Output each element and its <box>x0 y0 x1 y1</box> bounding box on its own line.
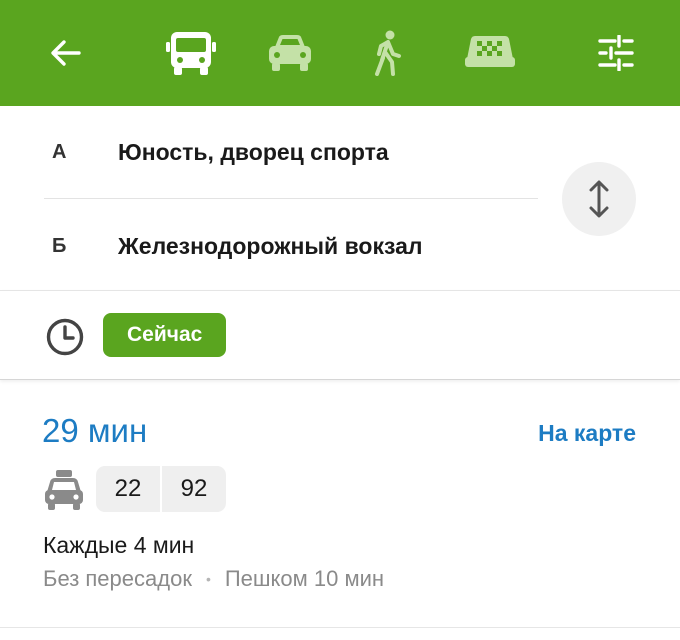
route-number-chip: 92 <box>162 466 226 512</box>
to-point-name: Железнодорожный вокзал <box>118 232 423 259</box>
clock-icon <box>46 318 84 356</box>
from-point-name: Юность, дворец спорта <box>118 138 389 165</box>
route-option-card[interactable]: 29 мин На карте 22 92 Каждые 4 мин Без п… <box>0 384 680 640</box>
route-walk-time: Пешком 10 мин <box>224 566 385 591</box>
to-point-letter: Б <box>52 234 67 257</box>
route-interval: Каждые 4 мин <box>43 532 195 558</box>
show-on-map-link[interactable]: На карте <box>538 420 636 447</box>
swap-points-button[interactable] <box>562 162 636 236</box>
from-point-row[interactable]: А Юность, дворец спорта <box>0 106 540 198</box>
route-duration: 29 мин <box>42 412 148 449</box>
mode-taxi-button[interactable] <box>462 25 518 81</box>
from-point-letter: А <box>52 140 67 163</box>
route-details: Без пересадок • Пешком 10 мин <box>43 566 384 592</box>
pedestrian-icon <box>375 30 401 76</box>
route-taxi-icon <box>45 470 83 510</box>
swap-vertical-icon <box>589 180 609 218</box>
bus-icon <box>166 32 216 75</box>
mode-car-button[interactable] <box>262 25 318 81</box>
sliders-icon <box>598 35 634 71</box>
route-settings-button[interactable] <box>588 25 644 81</box>
departure-now-chip[interactable]: Сейчас <box>103 313 227 357</box>
back-button[interactable] <box>38 25 94 81</box>
details-separator: • <box>205 571 211 587</box>
card-bottom-divider <box>0 627 680 628</box>
route-number-chips: 22 92 <box>96 466 226 512</box>
route-transfers: Без пересадок <box>43 566 192 591</box>
route-number-chip: 22 <box>96 466 160 512</box>
car-icon <box>269 35 311 71</box>
arrow-left-icon <box>51 40 81 66</box>
points-divider <box>44 198 538 199</box>
mode-walk-button[interactable] <box>360 25 416 81</box>
departure-time-row: Сейчас <box>0 290 680 380</box>
mode-bus-button[interactable] <box>163 25 219 81</box>
taxi-icon <box>465 36 515 67</box>
to-point-row[interactable]: Б Железнодорожный вокзал <box>0 200 540 292</box>
transport-mode-toolbar <box>0 0 680 106</box>
